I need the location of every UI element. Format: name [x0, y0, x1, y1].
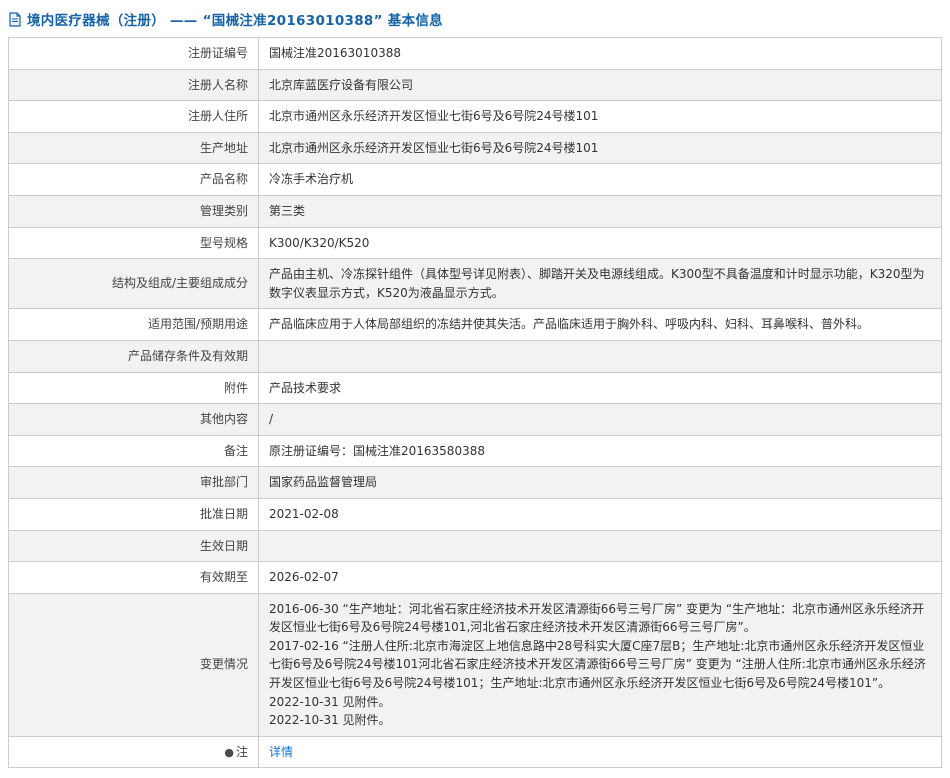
row-label: 有效期至 [9, 562, 259, 594]
row-label: 型号规格 [9, 227, 259, 259]
table-row-change-history: 变更情况 2016-06-30 “生产地址：河北省石家庄经济技术开发区清源街66… [9, 593, 942, 736]
row-value: 北京市通州区永乐经济开发区恒业七街6号及6号院24号楼101 [259, 132, 942, 164]
table-row: 有效期至 2026-02-07 [9, 562, 942, 594]
table-row: 适用范围/预期用途 产品临床应用于人体局部组织的冻结并使其失活。产品临床适用于胸… [9, 309, 942, 341]
row-label: 批准日期 [9, 498, 259, 530]
table-row: 审批部门 国家药品监督管理局 [9, 467, 942, 499]
document-icon [8, 12, 22, 27]
row-value: 第三类 [259, 195, 942, 227]
row-value: 冷冻手术治疗机 [259, 164, 942, 196]
row-value-change-history: 2016-06-30 “生产地址：河北省石家庄经济技术开发区清源街66号三号厂房… [259, 593, 942, 736]
row-value: 产品由主机、冷冻探针组件（具体型号详见附表）、脚踏开关及电源线组成。K300型不… [259, 259, 942, 309]
table-row: 结构及组成/主要组成成分 产品由主机、冷冻探针组件（具体型号详见附表）、脚踏开关… [9, 259, 942, 309]
detail-link[interactable]: 详情 [269, 745, 293, 759]
row-label: 生产地址 [9, 132, 259, 164]
row-value: K300/K320/K520 [259, 227, 942, 259]
row-value [259, 340, 942, 372]
table-row: 生效日期 [9, 530, 942, 562]
table-row: 注册人住所 北京市通州区永乐经济开发区恒业七街6号及6号院24号楼101 [9, 101, 942, 133]
row-label: 产品储存条件及有效期 [9, 340, 259, 372]
row-value-note: 详情 [259, 736, 942, 768]
row-value: 2021-02-08 [259, 498, 942, 530]
table-row: 产品储存条件及有效期 [9, 340, 942, 372]
row-label: 适用范围/预期用途 [9, 309, 259, 341]
note-label: 注 [236, 745, 248, 759]
row-label-note: ●注 [9, 736, 259, 768]
row-label: 审批部门 [9, 467, 259, 499]
row-label: 备注 [9, 435, 259, 467]
row-value: 产品技术要求 [259, 372, 942, 404]
row-value: 国家药品监督管理局 [259, 467, 942, 499]
table-row: 管理类别 第三类 [9, 195, 942, 227]
row-value: 北京库蓝医疗设备有限公司 [259, 69, 942, 101]
table-row: 备注 原注册证编号：国械注准20163580388 [9, 435, 942, 467]
row-label: 管理类别 [9, 195, 259, 227]
row-value: 原注册证编号：国械注准20163580388 [259, 435, 942, 467]
table-row: 注册证编号 国械注准20163010388 [9, 38, 942, 70]
row-value [259, 530, 942, 562]
row-label: 注册人名称 [9, 69, 259, 101]
row-label: 其他内容 [9, 404, 259, 436]
row-value: 2026-02-07 [259, 562, 942, 594]
table-row: 附件 产品技术要求 [9, 372, 942, 404]
row-label: 附件 [9, 372, 259, 404]
row-value: 国械注准20163010388 [259, 38, 942, 70]
row-value: / [259, 404, 942, 436]
row-label: 注册人住所 [9, 101, 259, 133]
table-row: 型号规格 K300/K320/K520 [9, 227, 942, 259]
row-label: 注册证编号 [9, 38, 259, 70]
row-label: 变更情况 [9, 593, 259, 736]
table-row: 生产地址 北京市通州区永乐经济开发区恒业七街6号及6号院24号楼101 [9, 132, 942, 164]
table-row: 产品名称 冷冻手术治疗机 [9, 164, 942, 196]
table-row-note: ●注 详情 [9, 736, 942, 768]
page-title: 境内医疗器械（注册） —— “国械注准20163010388” 基本信息 [27, 9, 443, 29]
page: 境内医疗器械（注册） —— “国械注准20163010388” 基本信息 注册证… [0, 0, 950, 778]
page-header: 境内医疗器械（注册） —— “国械注准20163010388” 基本信息 [8, 9, 942, 29]
row-label: 结构及组成/主要组成成分 [9, 259, 259, 309]
row-label: 产品名称 [9, 164, 259, 196]
note-bullet-icon: ● [224, 744, 234, 761]
row-label: 生效日期 [9, 530, 259, 562]
table-row: 注册人名称 北京库蓝医疗设备有限公司 [9, 69, 942, 101]
row-value: 产品临床应用于人体局部组织的冻结并使其失活。产品临床适用于胸外科、呼吸内科、妇科… [259, 309, 942, 341]
table-row: 其他内容 / [9, 404, 942, 436]
registration-info-table: 注册证编号 国械注准20163010388 注册人名称 北京库蓝医疗设备有限公司… [8, 37, 942, 768]
table-row: 批准日期 2021-02-08 [9, 498, 942, 530]
row-value: 北京市通州区永乐经济开发区恒业七街6号及6号院24号楼101 [259, 101, 942, 133]
